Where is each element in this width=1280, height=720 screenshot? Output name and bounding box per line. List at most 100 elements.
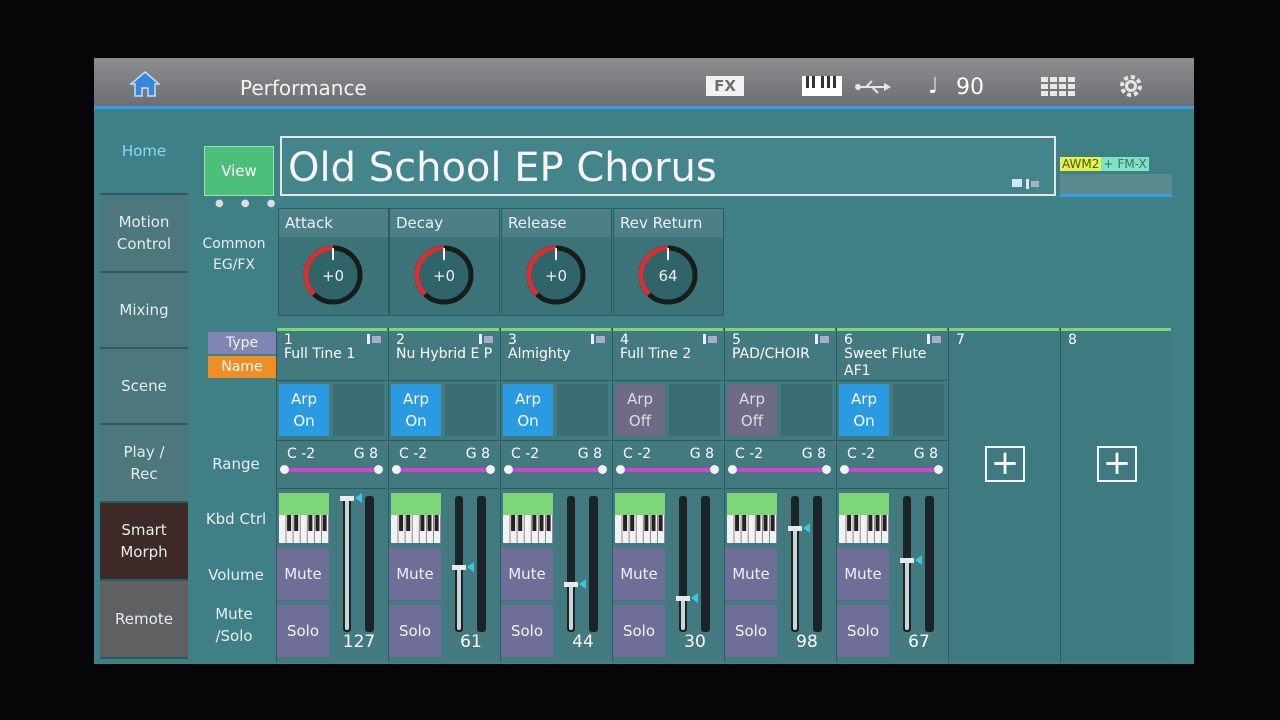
page-title: Performance xyxy=(240,76,367,100)
volume-thumb[interactable] xyxy=(788,526,802,531)
solo-button[interactable]: Solo xyxy=(613,605,665,657)
solo-button[interactable]: Solo xyxy=(277,605,329,657)
keyboard-control-icon[interactable] xyxy=(839,493,890,543)
range-low-handle[interactable] xyxy=(840,465,849,474)
home-icon[interactable] xyxy=(130,71,160,97)
range-low-handle[interactable] xyxy=(504,465,513,474)
volume-slider[interactable] xyxy=(340,496,354,632)
page-indicator-dots: ● ● ● xyxy=(215,198,283,209)
volume-thumb[interactable] xyxy=(340,496,354,501)
sidebar-item-scene[interactable]: Scene xyxy=(100,349,188,425)
name-button[interactable]: Name xyxy=(208,356,276,378)
mute-button[interactable]: Mute xyxy=(725,548,777,600)
keyboard-control-icon[interactable] xyxy=(503,493,554,543)
volume-slider[interactable] xyxy=(564,496,578,632)
sidebar-item-play-rec[interactable]: Play / Rec xyxy=(100,425,188,503)
part-number: 8 xyxy=(1068,332,1077,348)
view-button[interactable]: View xyxy=(204,146,274,196)
sidebar-item-home[interactable]: Home xyxy=(100,109,188,195)
range-low-handle[interactable] xyxy=(728,465,737,474)
range-high-handle[interactable] xyxy=(822,465,831,474)
volume-thumb[interactable] xyxy=(676,596,690,601)
range-row-label: Range xyxy=(212,455,260,473)
sidebar-item-motion-control[interactable]: Motion Control xyxy=(100,195,188,273)
part-name[interactable]: Almighty xyxy=(508,346,606,363)
part-6[interactable]: 6 Sweet Flute AF1 Arp On C -2 G 8 Mute Solo 67 xyxy=(836,328,947,662)
add-part-button[interactable]: + xyxy=(1097,446,1137,482)
knob-value: +0 xyxy=(432,267,456,285)
range-low-handle[interactable] xyxy=(392,465,401,474)
range-bar[interactable] xyxy=(840,465,943,474)
arp-toggle-button[interactable]: Arp On xyxy=(391,384,441,436)
part-3[interactable]: 3 Almighty Arp On C -2 G 8 Mute Solo 44 xyxy=(500,328,611,662)
divider xyxy=(837,380,947,381)
volume-slider[interactable] xyxy=(788,496,802,632)
solo-button[interactable]: Solo xyxy=(725,605,777,657)
part-status-icon xyxy=(927,334,941,344)
range-high-handle[interactable] xyxy=(374,465,383,474)
type-button[interactable]: Type xyxy=(208,332,276,354)
volume-thumb[interactable] xyxy=(900,558,914,563)
settings-gear-icon[interactable] xyxy=(1118,73,1144,99)
range-bar[interactable] xyxy=(280,465,383,474)
range-bar[interactable] xyxy=(504,465,607,474)
knob-panel-1[interactable]: Attack +0 xyxy=(278,208,389,316)
arp-toggle-button[interactable]: Arp Off xyxy=(615,384,665,436)
arp-toggle-button[interactable]: Arp On xyxy=(503,384,553,436)
tempo-value[interactable]: 90 xyxy=(956,75,984,100)
keyboard-control-icon[interactable] xyxy=(391,493,442,543)
arp-toggle-button[interactable]: Arp Off xyxy=(727,384,777,436)
part-name[interactable]: Full Tine 1 xyxy=(284,346,382,363)
arp-toggle-button[interactable]: Arp On xyxy=(839,384,889,436)
sidebar-item-mixing[interactable]: Mixing xyxy=(100,273,188,349)
performance-name[interactable]: Old School EP Chorus xyxy=(280,136,1056,196)
divider xyxy=(837,488,947,489)
keyboard-control-icon[interactable] xyxy=(727,493,778,543)
part-name[interactable]: Full Tine 2 xyxy=(620,346,718,363)
keyboard-icon[interactable] xyxy=(802,76,842,96)
mute-button[interactable]: Mute xyxy=(277,548,329,600)
range-bar[interactable] xyxy=(392,465,495,474)
part-4[interactable]: 4 Full Tine 2 Arp Off C -2 G 8 Mute Solo 30 xyxy=(612,328,723,662)
volume-slider[interactable] xyxy=(676,496,690,632)
part-name[interactable]: Sweet Flute AF1 xyxy=(844,346,942,380)
mute-button[interactable]: Mute xyxy=(501,548,553,600)
part-name[interactable]: PAD/CHOIR xyxy=(732,346,830,363)
volume-fill xyxy=(345,498,349,630)
sidebar-item-remote[interactable]: Remote xyxy=(100,581,188,659)
quick-access-grid-icon[interactable] xyxy=(1041,77,1075,97)
mute-button[interactable]: Mute xyxy=(837,548,889,600)
part-5[interactable]: 5 PAD/CHOIR Arp Off C -2 G 8 Mute Solo 98 xyxy=(724,328,835,662)
knob-value: +0 xyxy=(321,267,345,285)
volume-thumb[interactable] xyxy=(452,565,466,570)
range-bar[interactable] xyxy=(728,465,831,474)
arp-side-panel xyxy=(445,384,496,436)
solo-button[interactable]: Solo xyxy=(389,605,441,657)
volume-thumb[interactable] xyxy=(564,582,578,587)
range-high-handle[interactable] xyxy=(710,465,719,474)
knob-panel-3[interactable]: Release +0 xyxy=(501,208,612,316)
part-name[interactable]: Nu Hybrid E P xyxy=(396,346,494,363)
keyboard-control-icon[interactable] xyxy=(279,493,330,543)
range-bar[interactable] xyxy=(616,465,719,474)
solo-button[interactable]: Solo xyxy=(837,605,889,657)
knob-panel-2[interactable]: Decay +0 xyxy=(389,208,500,316)
mute-button[interactable]: Mute xyxy=(389,548,441,600)
arp-toggle-button[interactable]: Arp On xyxy=(279,384,329,436)
range-high-handle[interactable] xyxy=(934,465,943,474)
part-2[interactable]: 2 Nu Hybrid E P Arp On C -2 G 8 Mute Solo 61 xyxy=(388,328,499,662)
range-high-handle[interactable] xyxy=(486,465,495,474)
mute-button[interactable]: Mute xyxy=(613,548,665,600)
knob-panel-4[interactable]: Rev Return 64 xyxy=(613,208,724,316)
range-high-handle[interactable] xyxy=(598,465,607,474)
keyboard-control-icon[interactable] xyxy=(615,493,666,543)
solo-button[interactable]: Solo xyxy=(501,605,553,657)
sidebar-item-smart-morph[interactable]: Smart Morph xyxy=(100,503,188,581)
volume-slider[interactable] xyxy=(452,496,466,632)
range-low-handle[interactable] xyxy=(280,465,289,474)
part-1[interactable]: 1 Full Tine 1 Arp On C -2 G 8 Mute Solo 127 xyxy=(276,328,387,662)
fx-button[interactable]: FX xyxy=(706,76,744,96)
add-part-button[interactable]: + xyxy=(985,446,1025,482)
range-low-handle[interactable] xyxy=(616,465,625,474)
volume-slider[interactable] xyxy=(900,496,914,632)
